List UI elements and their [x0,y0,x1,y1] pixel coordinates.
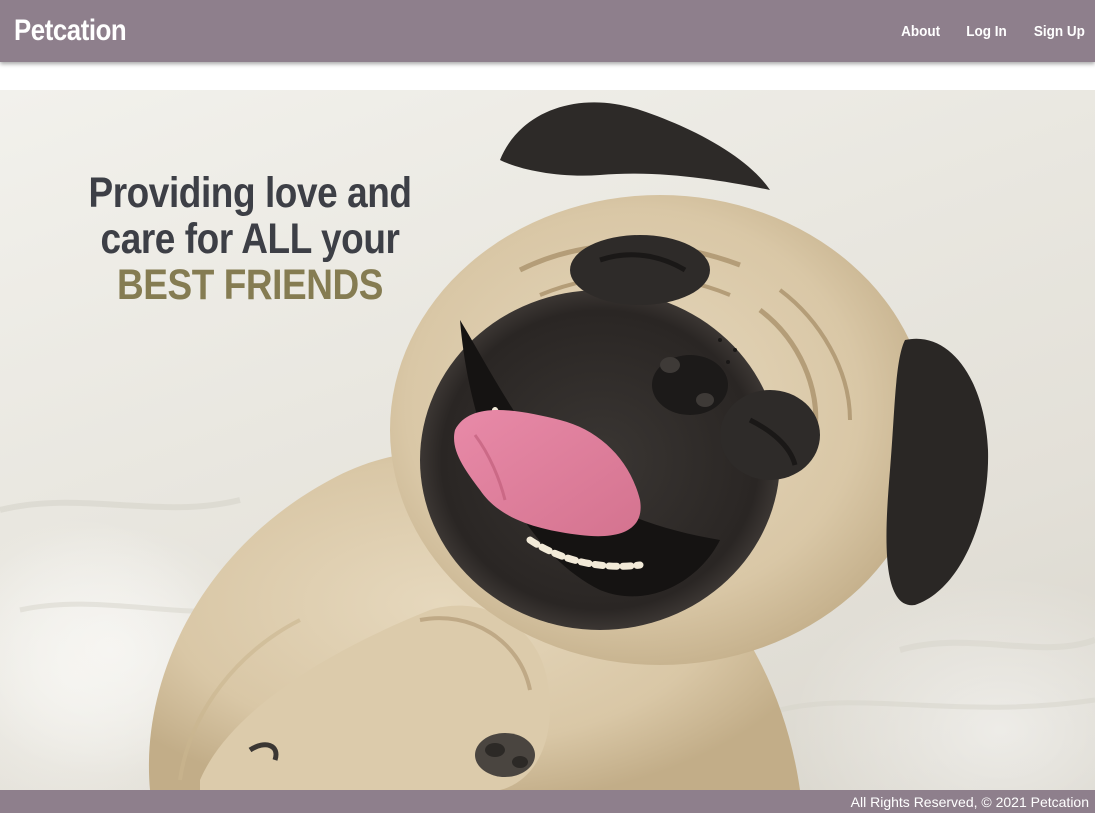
nav-link-login[interactable]: Log In [967,23,1008,40]
headline-line-1: Providing love and [88,169,412,217]
hero-headline: Providing love and care for ALL your BES… [82,170,417,308]
nav-links: About Log In Sign Up [877,23,1088,40]
headline-line-2: care for ALL your [100,215,400,263]
navbar: Petcation About Log In Sign Up [0,0,1095,62]
footer-copyright: All Rights Reserved, © 2021 Petcation [850,793,1089,810]
nav-link-about[interactable]: About [901,23,940,40]
footer: All Rights Reserved, © 2021 Petcation [0,790,1095,813]
brand-logo[interactable]: Petcation [14,14,127,48]
page: Petcation About Log In Sign Up Providing… [0,0,1095,813]
headline-accent: BEST FRIENDS [116,261,384,309]
hero-section: Providing love and care for ALL your BES… [0,90,1095,790]
nav-link-signup[interactable]: Sign Up [1034,23,1085,40]
